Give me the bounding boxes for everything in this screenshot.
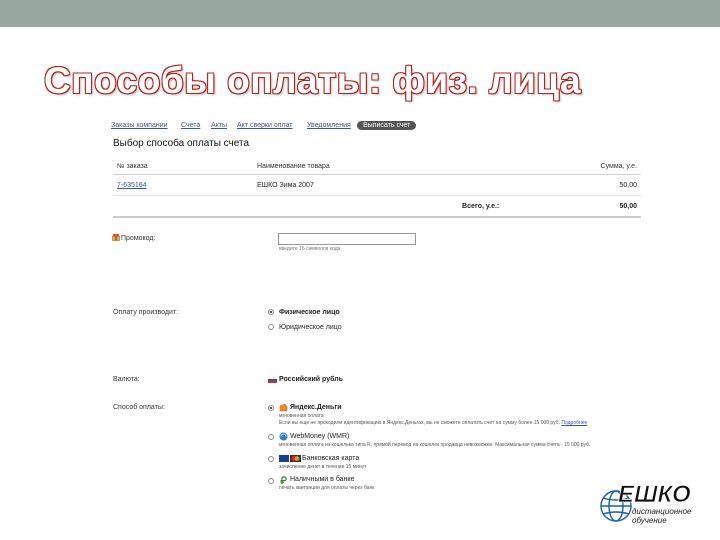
method-card-desc: зачисление денег в течение 15 минут bbox=[279, 464, 367, 470]
total-value: 50,00 bbox=[503, 195, 641, 218]
method-cash-radio[interactable] bbox=[268, 478, 274, 484]
table-header-row: № заказа Наименование товара Сумма, у.е. bbox=[113, 158, 641, 175]
nav-link-acts[interactable]: Акты bbox=[211, 122, 227, 129]
nav-tab-issue-invoice[interactable]: Выписать счет bbox=[357, 121, 417, 130]
logo-sub1: дистанционное bbox=[632, 507, 692, 516]
slide-title: Способы оплаты: физ. лица bbox=[44, 60, 582, 101]
payer-legal-radio[interactable] bbox=[268, 324, 274, 330]
method-yandex-note: Если вы еще не проходили идентификацию в… bbox=[279, 420, 587, 426]
webmoney-icon bbox=[279, 432, 288, 441]
slide-top-bar bbox=[0, 0, 720, 27]
bank-card-icon bbox=[279, 455, 301, 462]
method-yandex-name: Яндекс.Деньги bbox=[290, 404, 342, 411]
account-nav: Заказы компании Счета Акты Акт сверки оп… bbox=[111, 120, 431, 132]
method-webmoney-desc: мгновенная оплата из кошелька типа R, пр… bbox=[279, 442, 591, 448]
order-cell: 7-635164 bbox=[113, 174, 253, 196]
total-row: Всего, у.е.: 50,00 bbox=[113, 195, 641, 218]
method-webmoney-radio[interactable] bbox=[268, 434, 274, 440]
method-webmoney-name: WebMoney (WMR) bbox=[290, 433, 350, 440]
table-row: 7-635164 ЕШКО Зима 2007 50,00 bbox=[113, 174, 641, 196]
logo-sub2: обучение bbox=[632, 516, 667, 525]
method-card-radio[interactable] bbox=[268, 456, 274, 462]
method-cash-name: Наличными в банке bbox=[290, 476, 355, 483]
cash-icon bbox=[280, 476, 287, 484]
nav-link-orders[interactable]: Заказы компании bbox=[111, 122, 168, 129]
promo-label: Промокод: bbox=[121, 235, 156, 242]
payer-individual-radio[interactable] bbox=[268, 309, 274, 315]
payer-label: Оплату производит: bbox=[113, 309, 179, 316]
promo-code-input[interactable] bbox=[278, 233, 416, 245]
col-product-name: Наименование товара bbox=[253, 158, 504, 175]
promo-hint: введите 16 символов кода bbox=[279, 246, 341, 252]
nav-link-invoices[interactable]: Счета bbox=[181, 122, 200, 129]
more-info-link[interactable]: Подробнее bbox=[561, 420, 587, 426]
method-card-name: Банковская карта bbox=[302, 455, 360, 462]
russia-flag-icon bbox=[268, 377, 277, 383]
nav-link-reconciliation[interactable]: Акт сверки оплат bbox=[237, 122, 293, 129]
product-cell: ЕШКО Зима 2007 bbox=[253, 174, 504, 196]
currency-value: Российский рубль bbox=[279, 376, 343, 383]
currency-label: Валюта: bbox=[113, 376, 140, 383]
payment-method-label: Способ оплаты: bbox=[113, 404, 165, 411]
orders-table: № заказа Наименование товара Сумма, у.е.… bbox=[113, 158, 641, 218]
order-number-link[interactable]: 7-635164 bbox=[117, 182, 147, 189]
col-order-number: № заказа bbox=[113, 158, 253, 175]
amount-cell: 50,00 bbox=[503, 174, 641, 196]
method-yandex-radio[interactable] bbox=[268, 405, 274, 411]
nav-link-notifications[interactable]: Уведомления bbox=[307, 122, 351, 129]
method-yandex-note-text: Если вы еще не проходили идентификацию в… bbox=[279, 420, 560, 426]
promo-gift-icon bbox=[112, 233, 120, 241]
payer-individual-label: Физическое лицо bbox=[279, 309, 340, 316]
logo-text: ЕШКО bbox=[618, 481, 691, 508]
total-label: Всего, у.е.: bbox=[253, 195, 504, 218]
yandex-money-icon bbox=[279, 403, 288, 412]
payer-legal-label: Юридическое лицо bbox=[279, 324, 342, 331]
method-cash-desc: печать квитанции для оплаты через банк bbox=[279, 485, 375, 491]
page-heading: Выбор способа оплаты счета bbox=[113, 138, 250, 149]
method-yandex-desc: мгновенная оплата bbox=[279, 413, 324, 419]
col-amount: Сумма, у.е. bbox=[503, 158, 641, 175]
eshko-logo: ЕШКО дистанционное обучение bbox=[600, 481, 692, 525]
